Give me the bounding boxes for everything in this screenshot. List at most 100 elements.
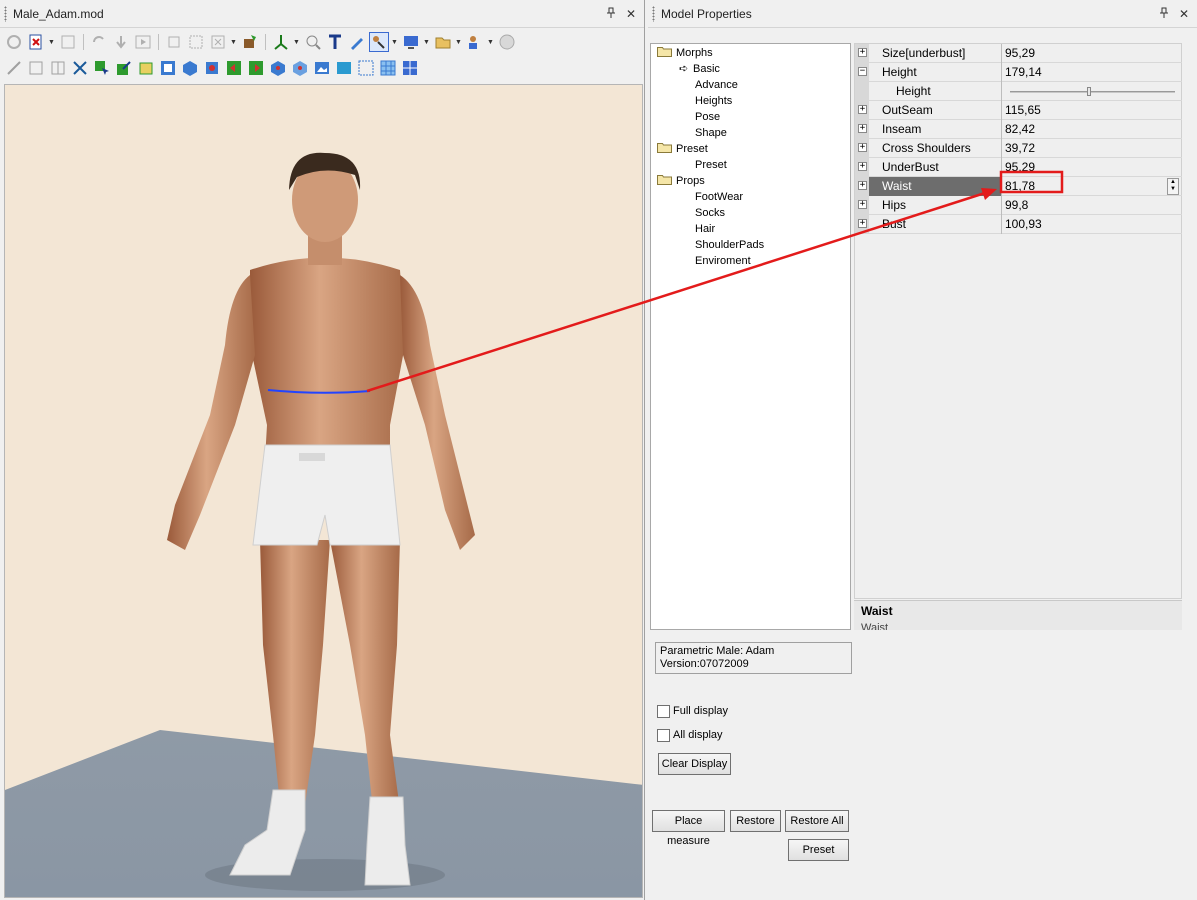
waist-value-field[interactable]: 81,78 [1005,177,1035,196]
grid-tool-icon[interactable] [26,58,46,78]
split-tool-icon[interactable] [48,58,68,78]
property-row-bust[interactable]: + Bust 100,93 [855,215,1182,234]
chevron-down-icon[interactable]: ▼ [455,32,463,52]
checkbox-box[interactable] [657,728,670,742]
redo-icon[interactable] [89,32,109,52]
axis-icon[interactable] [271,32,291,52]
full-display-checkbox[interactable]: Full display [657,704,728,718]
cube-front-icon[interactable] [268,58,288,78]
mesh-icon[interactable] [356,58,376,78]
collapse-icon[interactable]: − [858,67,867,76]
expand-icon[interactable]: + [858,48,867,57]
property-row-inseam[interactable]: + Inseam 82,42 [855,120,1182,139]
tree-group-preset[interactable]: Preset [657,141,708,157]
clear-display-button[interactable]: Clear Display [658,753,731,775]
value-spinner[interactable]: ▲ ▼ [1167,178,1179,195]
property-row-waist[interactable]: + Waist 81,78 ▲ ▼ [855,177,1182,196]
chevron-down-icon[interactable]: ▼ [391,32,399,52]
expand-icon[interactable]: + [858,181,867,190]
all-display-checkbox[interactable]: All display [657,728,723,742]
expand-icon[interactable]: + [858,162,867,171]
tree-group-props[interactable]: Props [657,173,705,189]
tree-item-shoulderpads[interactable]: ShoulderPads [695,237,764,253]
property-value[interactable]: 99,8 [1005,196,1028,215]
property-value[interactable]: 95,29 [1005,158,1035,177]
edit-icon[interactable] [347,32,367,52]
chevron-down-icon[interactable]: ▼ [230,32,238,52]
pin-icon[interactable] [604,7,618,21]
expand-icon[interactable]: + [858,105,867,114]
folder-settings-icon[interactable] [433,32,453,52]
tree-item-hair[interactable]: Hair [695,221,715,237]
delete-frame-icon[interactable] [208,32,228,52]
height-slider[interactable] [1010,87,1175,96]
zoom-icon[interactable] [303,32,323,52]
cube-back-icon[interactable] [290,58,310,78]
spin-down-icon[interactable]: ▼ [1168,186,1178,193]
property-row-outseam[interactable]: + OutSeam 115,65 [855,101,1182,120]
expand-icon[interactable]: + [858,200,867,209]
property-value[interactable]: 82,42 [1005,120,1035,139]
layout-tool-icon[interactable] [158,58,178,78]
pattern-tool-icon[interactable] [136,58,156,78]
close-icon[interactable]: ✕ [1177,7,1191,21]
place-measure-button[interactable]: Place measure [652,810,725,847]
expand-icon[interactable]: + [858,219,867,228]
select-tool-icon[interactable] [92,58,112,78]
property-row-height[interactable]: − Height 179,14 [855,63,1182,82]
pen-tool-icon[interactable] [114,58,134,78]
property-row-hips[interactable]: + Hips 99,8 [855,196,1182,215]
open-icon[interactable] [58,32,78,52]
drag-grip[interactable] [4,5,7,22]
text-icon[interactable] [325,32,345,52]
mesh-grid-icon[interactable] [378,58,398,78]
tree-item-preset[interactable]: Preset [695,157,727,173]
3d-viewport[interactable] [4,84,643,898]
surface-icon[interactable] [334,58,354,78]
monitor-icon[interactable] [401,32,421,52]
tree-item-footwear[interactable]: FootWear [695,189,743,205]
move-left-icon[interactable] [224,58,244,78]
sphere-icon[interactable] [497,32,517,52]
property-value[interactable]: 39,72 [1005,139,1035,158]
play-icon[interactable] [133,32,153,52]
chevron-down-icon[interactable]: ▼ [48,32,56,52]
chevron-down-icon[interactable]: ▼ [423,32,431,52]
new-model-icon[interactable] [26,32,46,52]
property-value[interactable]: 179,14 [1005,63,1042,82]
drag-grip[interactable] [652,5,655,22]
checkbox-box[interactable] [657,704,670,718]
property-value[interactable]: 100,93 [1005,215,1042,234]
property-row-size-underbust[interactable]: + Size[underbust] 95,29 [855,44,1182,63]
restore-all-button[interactable]: Restore All [785,810,849,832]
cube-tool-icon[interactable] [180,58,200,78]
property-row-cross-shoulders[interactable]: + Cross Shoulders 39,72 [855,139,1182,158]
tree-item-advance[interactable]: Advance [695,77,738,93]
tree-group-morphs[interactable]: Morphs [657,45,713,61]
rotate-tool-icon[interactable] [202,58,222,78]
chevron-down-icon[interactable]: ▼ [487,32,495,52]
tree-item-pose[interactable]: Pose [695,109,720,125]
slider-thumb[interactable] [1087,87,1092,96]
line-tool-icon[interactable] [4,58,24,78]
tree-item-shape[interactable]: Shape [695,125,727,141]
mesh-blue-icon[interactable] [400,58,420,78]
pin-icon[interactable] [1157,7,1171,21]
recycle-icon[interactable] [4,32,24,52]
property-row-underbust[interactable]: + UnderBust 95,29 [855,158,1182,177]
property-value[interactable]: 115,65 [1005,101,1041,120]
tree-item-socks[interactable]: Socks [695,205,725,221]
fit-icon[interactable] [164,32,184,52]
picture-icon[interactable] [312,58,332,78]
spin-up-icon[interactable]: ▲ [1168,179,1178,186]
cross-tool-icon[interactable] [70,58,90,78]
chevron-down-icon[interactable]: ▼ [293,32,301,52]
expand-icon[interactable]: + [858,124,867,133]
measure-tool-icon[interactable] [369,32,389,52]
frame-icon[interactable] [186,32,206,52]
down-arrow-icon[interactable] [111,32,131,52]
tree-item-basic[interactable]: ➪ Basic [679,61,720,77]
close-icon[interactable]: ✕ [624,7,638,21]
restore-button[interactable]: Restore [730,810,781,832]
preset-button[interactable]: Preset [788,839,849,861]
